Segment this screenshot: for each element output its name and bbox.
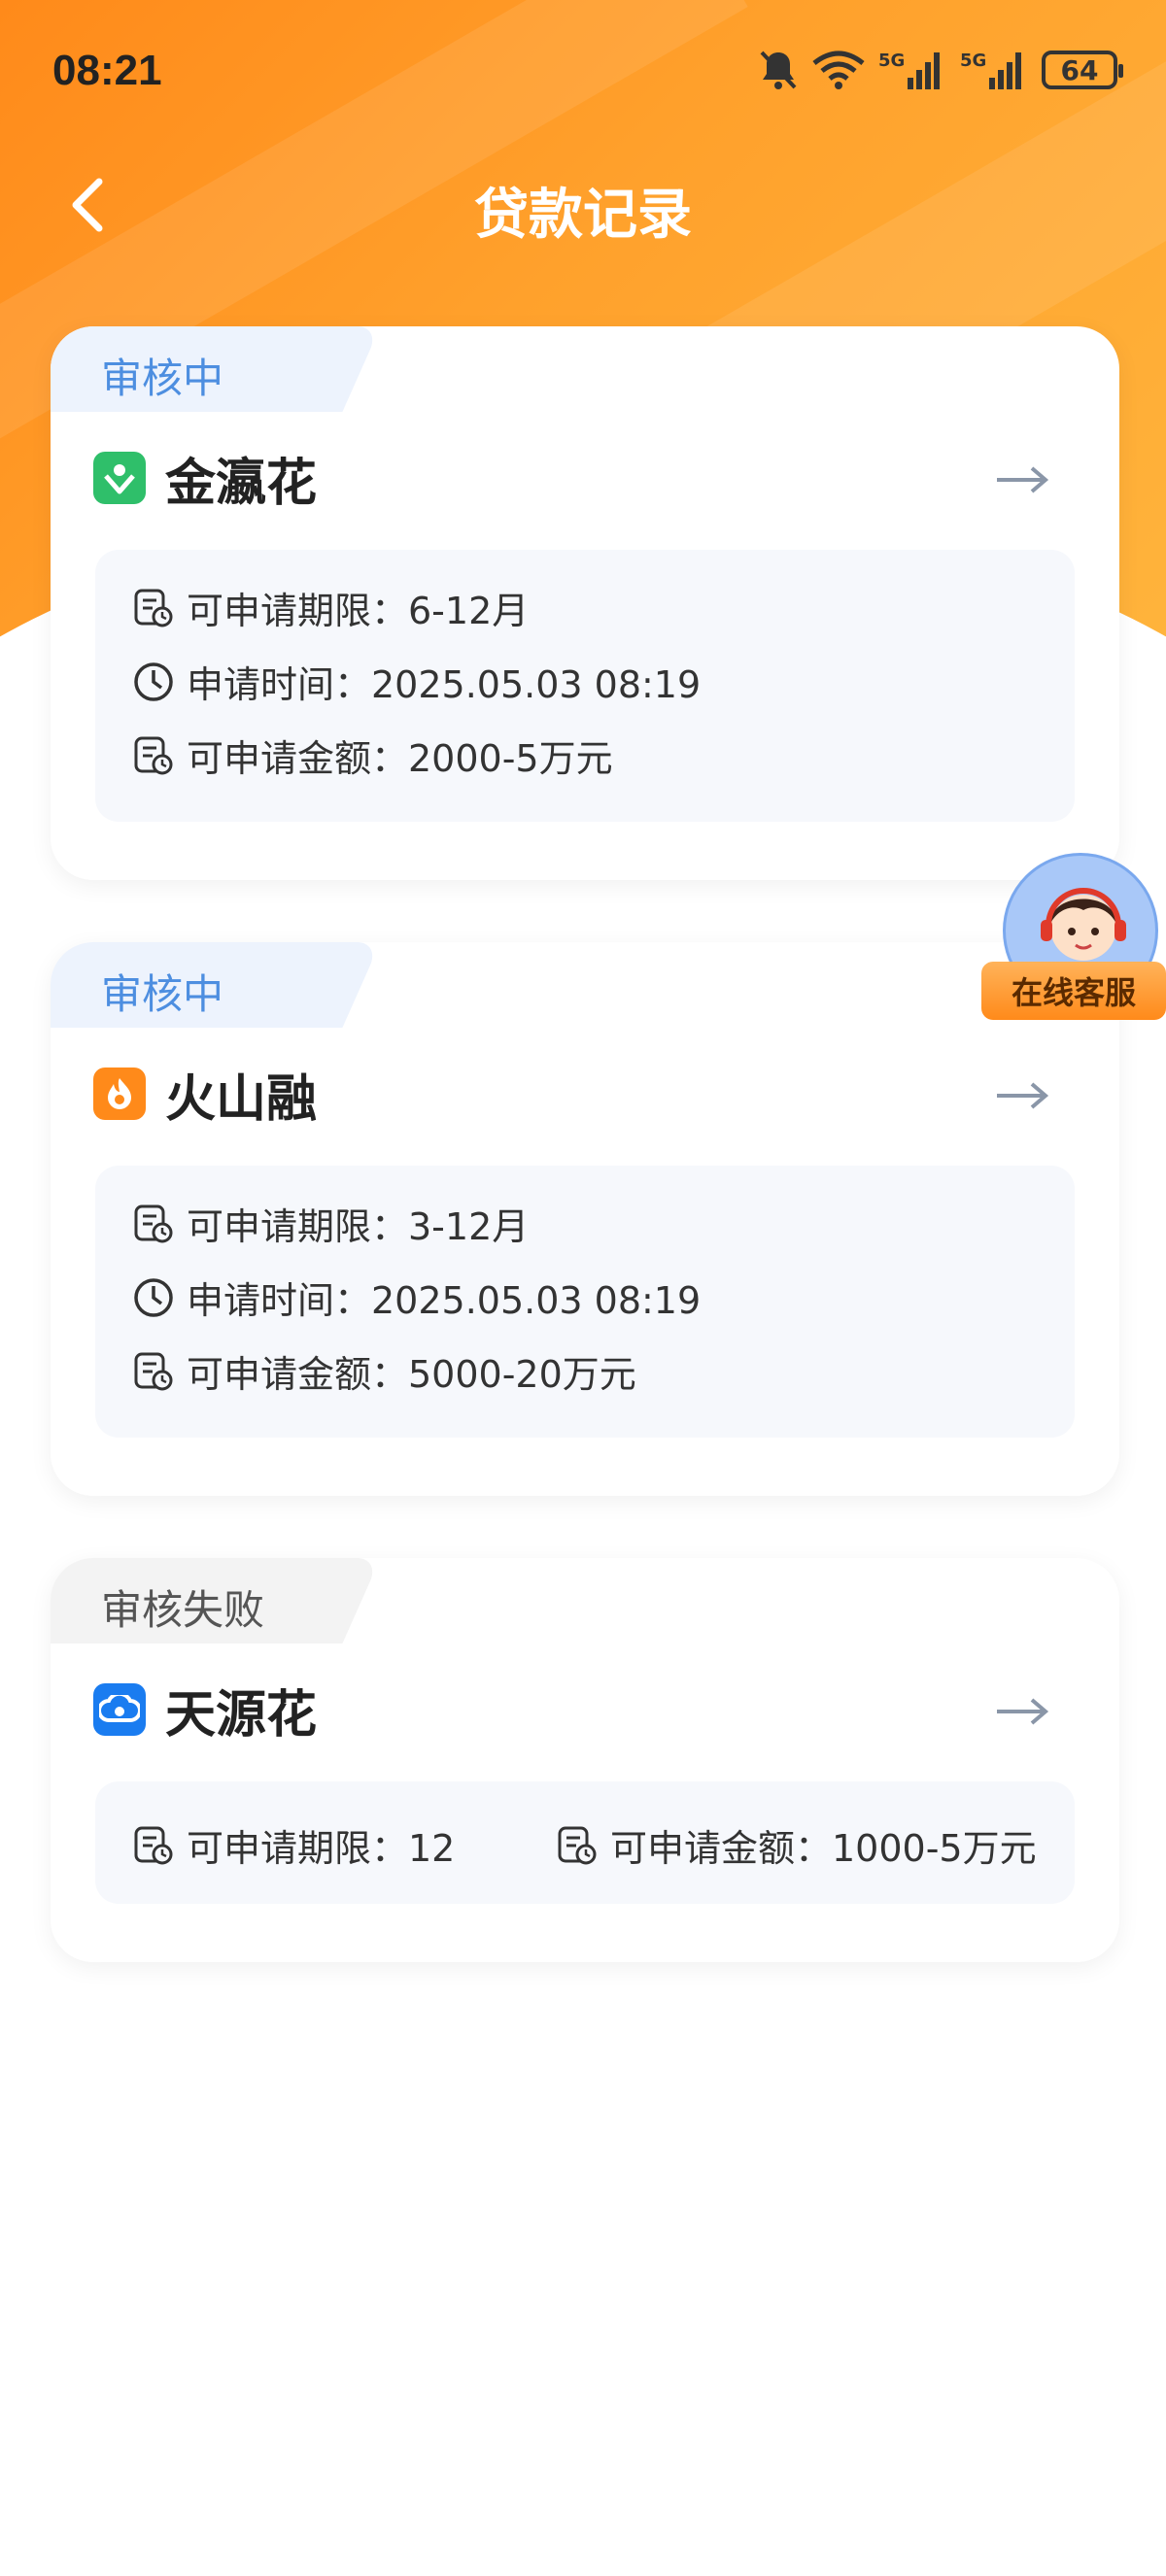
info-box: 可申请期限：12 可申请金额：1000-5万元 — [95, 1781, 1075, 1904]
product-logo-icon — [93, 1068, 146, 1120]
right-arrow-icon[interactable] — [993, 460, 1051, 499]
amount-text: 可申请金额：1000-5万元 — [610, 1827, 1037, 1870]
info-box: 可申请期限：6-12月 申请时间：2025.05.03 08:19 可申请金额：… — [95, 550, 1075, 822]
product-name: 火山融 — [165, 1069, 318, 1129]
amount-line: 可申请金额：1000-5万元 — [556, 1818, 1037, 1872]
card-body: 金瀛花 可申请期限：6-12月 申请时间：2025.05.03 08:19 可申… — [51, 412, 1119, 880]
status-tab: 审核失败 — [51, 1558, 313, 1644]
clock-icon — [134, 661, 173, 701]
product-row: 天源花 — [93, 1671, 1080, 1748]
loan-record-card[interactable]: 审核中 火山融 可申请期限：3-12月 申请时间：2025.05.03 08:1… — [51, 942, 1119, 1496]
service-label: 在线客服 — [981, 962, 1166, 1020]
product-logo-icon — [93, 1683, 146, 1736]
page-title: 贷款记录 — [474, 184, 692, 247]
time-text: 申请时间：2025.05.03 08:19 — [187, 1279, 702, 1322]
loan-record-card[interactable]: 审核失败 天源花 可申请期限：12 可申请金额：1000-5万元 — [51, 1558, 1119, 1962]
amount-text: 可申请金额：5000-20万元 — [187, 1353, 636, 1396]
status-bar: 08:21 5G 5G 64 — [0, 0, 1166, 146]
doc-clock-icon — [134, 1826, 173, 1864]
doc-clock-icon — [134, 1204, 173, 1242]
product-logo-icon — [93, 452, 146, 504]
status-label: 审核中 — [101, 970, 224, 1018]
doc-clock-icon — [558, 1826, 597, 1864]
status-tab: 审核中 — [51, 326, 313, 412]
doc-clock-icon — [134, 1352, 173, 1390]
product-row: 金瀛花 — [93, 439, 1080, 517]
amount-line: 可申请金额：2000-5万元 — [132, 729, 613, 782]
online-service-button[interactable]: 在线客服 — [981, 853, 1166, 1047]
time-line: 申请时间：2025.05.03 08:19 — [132, 655, 701, 708]
term-line: 可申请期限：12 — [132, 1818, 455, 1872]
battery-icon: 64 — [1042, 51, 1123, 89]
svg-text:5G: 5G — [878, 51, 905, 71]
card-body: 火山融 可申请期限：3-12月 申请时间：2025.05.03 08:19 可申… — [51, 1028, 1119, 1496]
info-box: 可申请期限：3-12月 申请时间：2025.05.03 08:19 可申请金额：… — [95, 1166, 1075, 1438]
term-text: 可申请期限：12 — [187, 1827, 456, 1870]
svg-text:5G: 5G — [960, 51, 986, 71]
nav-bar: 贷款记录 — [0, 155, 1166, 253]
status-tab: 审核中 — [51, 942, 313, 1028]
product-name: 天源花 — [165, 1685, 318, 1745]
mute-bell-icon — [760, 51, 797, 89]
term-text: 可申请期限：6-12月 — [187, 590, 530, 632]
status-label: 审核中 — [101, 355, 224, 402]
term-line: 可申请期限：3-12月 — [132, 1197, 529, 1250]
term-text: 可申请期限：3-12月 — [187, 1205, 530, 1248]
amount-text: 可申请金额：2000-5万元 — [187, 737, 613, 780]
right-arrow-icon[interactable] — [993, 1076, 1051, 1115]
doc-clock-icon — [134, 589, 173, 627]
product-row: 火山融 — [93, 1055, 1080, 1133]
time-line: 申请时间：2025.05.03 08:19 — [132, 1271, 701, 1324]
signal-5g-icon: 5G — [878, 51, 940, 89]
status-label: 审核失败 — [101, 1586, 265, 1634]
card-body: 天源花 可申请期限：12 可申请金额：1000-5万元 — [51, 1644, 1119, 1962]
amount-line: 可申请金额：5000-20万元 — [132, 1344, 636, 1398]
clock-icon — [134, 1277, 173, 1317]
loan-record-card[interactable]: 审核中 金瀛花 可申请期限：6-12月 申请时间：2025.05.03 08:1… — [51, 326, 1119, 880]
right-arrow-icon[interactable] — [993, 1692, 1051, 1731]
wifi-icon — [812, 51, 865, 89]
product-name: 金瀛花 — [165, 454, 318, 513]
time-text: 申请时间：2025.05.03 08:19 — [187, 663, 702, 706]
status-icons: 5G 5G 64 — [758, 49, 1123, 91]
doc-clock-icon — [134, 736, 173, 774]
term-line: 可申请期限：6-12月 — [132, 581, 529, 634]
status-time: 08:21 — [52, 47, 162, 94]
signal-5g-icon-2: 5G — [960, 51, 1021, 89]
